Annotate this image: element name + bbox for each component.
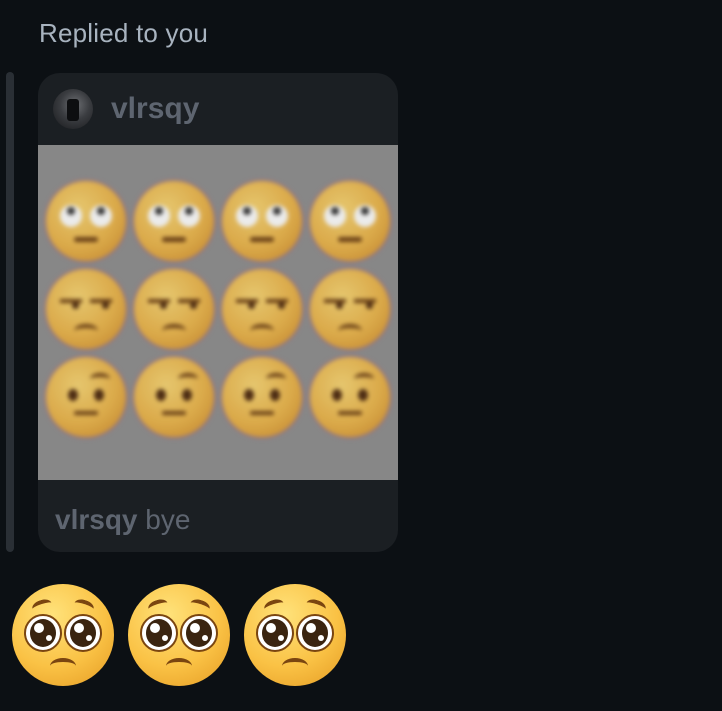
replied-to-you-label: Replied to you [39, 18, 209, 48]
quoted-message-header: vlrsqy [38, 73, 398, 145]
quoted-message-caption: vlrsqy bye [38, 480, 398, 552]
dm-thread-view: Replied to you vlrsqy vlrsqy bye [0, 0, 722, 711]
face-with-raised-eyebrow-icon [222, 357, 302, 437]
emoji-grid-image [42, 177, 394, 441]
unamused-face-icon [310, 269, 390, 349]
pleading-face-icon [128, 584, 230, 686]
reply-message-emojis[interactable] [12, 584, 346, 686]
face-with-raised-eyebrow-icon [134, 357, 214, 437]
caption-text: bye [145, 504, 191, 535]
face-with-raised-eyebrow-icon [310, 357, 390, 437]
quoted-author-username[interactable]: vlrsqy [111, 92, 199, 126]
face-with-raised-eyebrow-icon [46, 357, 126, 437]
caption-username[interactable]: vlrsqy [55, 504, 138, 535]
avatar[interactable] [53, 89, 93, 129]
pleading-face-icon [12, 584, 114, 686]
face-with-rolling-eyes-icon [310, 181, 390, 261]
unamused-face-icon [222, 269, 302, 349]
pleading-face-icon [244, 584, 346, 686]
face-with-rolling-eyes-icon [134, 181, 214, 261]
quoted-message-card[interactable]: vlrsqy vlrsqy bye [38, 73, 398, 552]
unamused-face-icon [134, 269, 214, 349]
reply-thread-bar [6, 72, 14, 552]
quoted-media-image[interactable] [38, 145, 398, 480]
face-with-rolling-eyes-icon [222, 181, 302, 261]
face-with-rolling-eyes-icon [46, 181, 126, 261]
unamused-face-icon [46, 269, 126, 349]
